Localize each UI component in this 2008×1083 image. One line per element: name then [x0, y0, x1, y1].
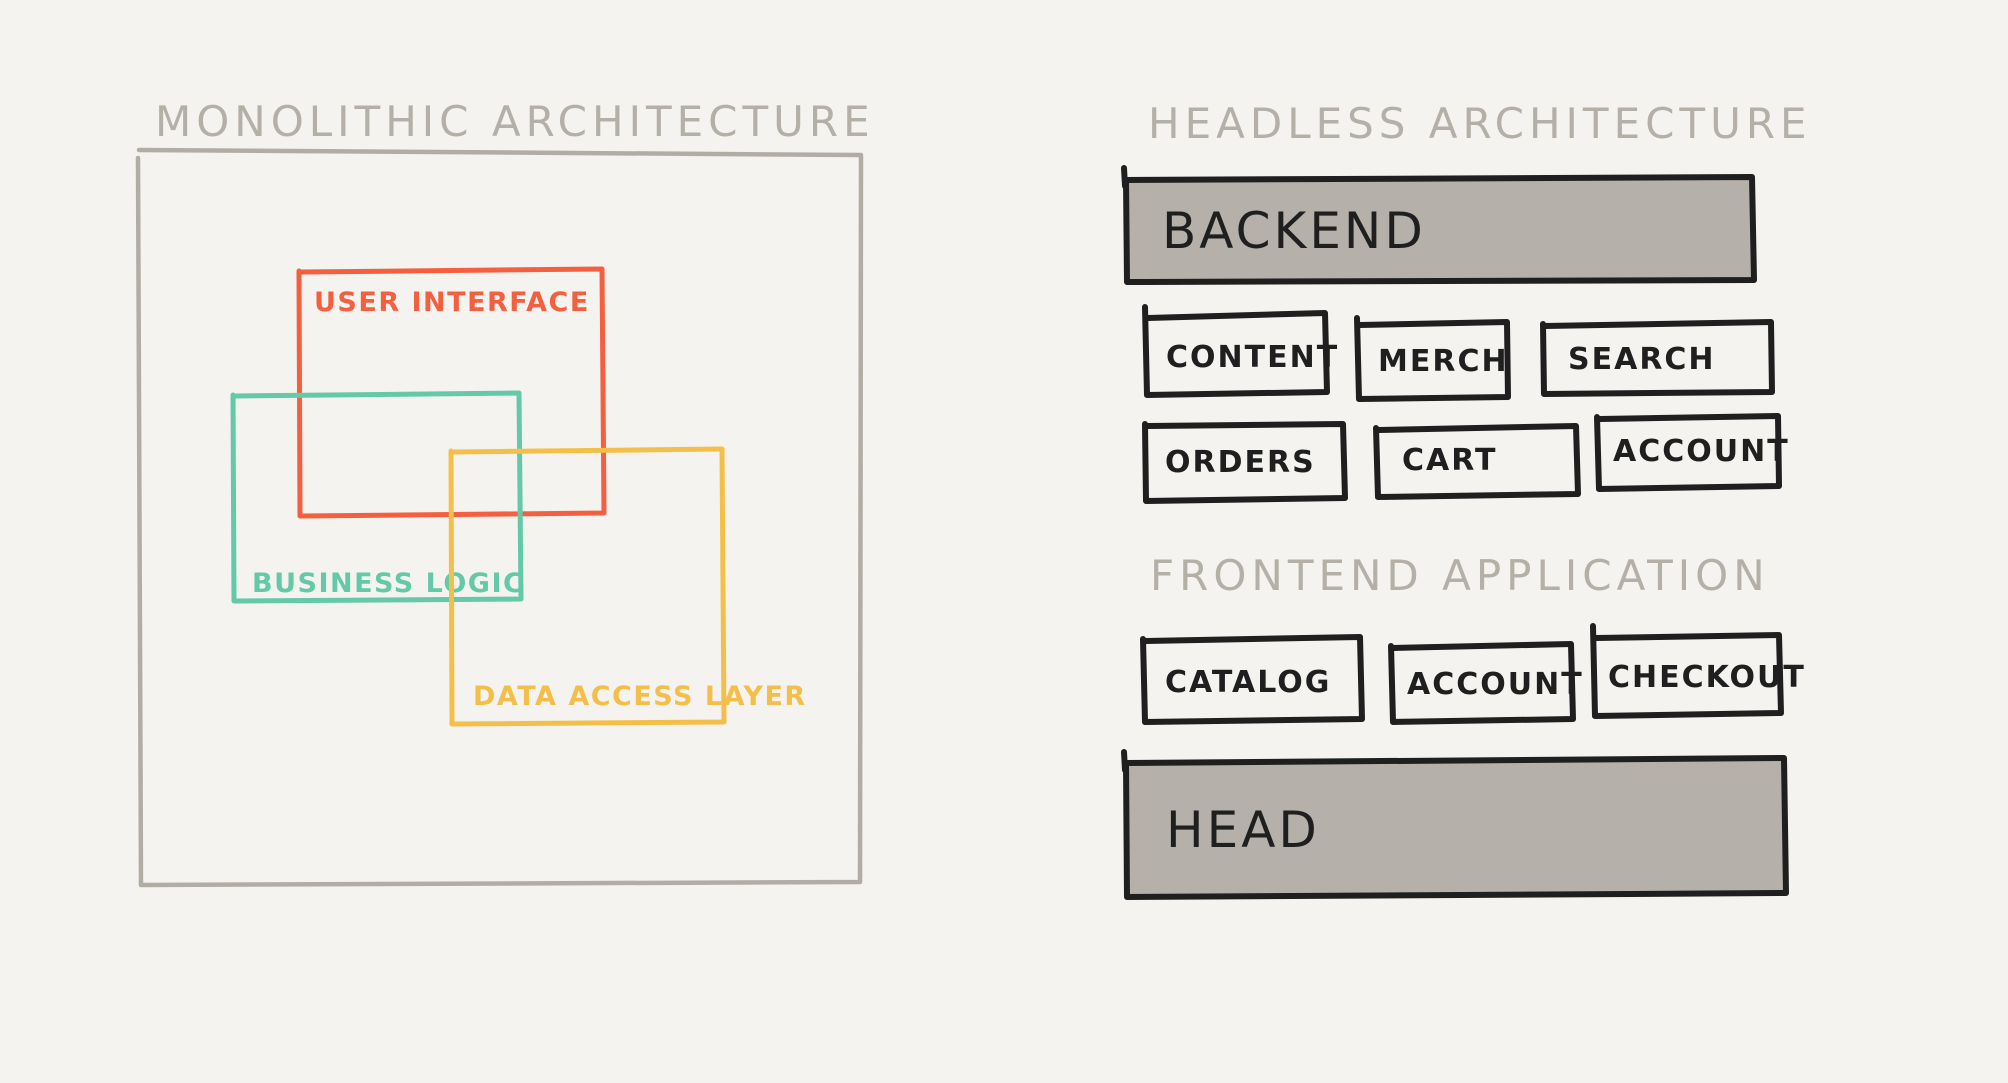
service-account-label: ACCOUNT [1613, 434, 1790, 469]
frontend-application-title: FRONTEND APPLICATION [1150, 551, 1770, 600]
backend-bar: BACKEND [1121, 165, 1757, 285]
layer-user-interface-label: USER INTERFACE [314, 287, 590, 318]
service-merch-label: MERCH [1378, 344, 1509, 379]
module-checkout-label: CHECKOUT [1608, 660, 1806, 695]
module-account-label: ACCOUNT [1407, 667, 1584, 702]
monolithic-title: MONOLITHIC ARCHITECTURE [155, 97, 875, 146]
head-bar-label: HEAD [1166, 801, 1320, 859]
module-catalog-label: CATALOG [1165, 665, 1331, 700]
architecture-diagram-canvas: MONOLITHIC ARCHITECTURE USER INTERFACE B… [0, 0, 2008, 1083]
service-cart-label: CART [1402, 443, 1497, 478]
backend-bar-label: BACKEND [1162, 202, 1426, 260]
headless-title: HEADLESS ARCHITECTURE [1148, 99, 1812, 148]
backend-bar-overshoot [1121, 165, 1128, 189]
service-content-label: CONTENT [1166, 340, 1339, 375]
service-search-label: SEARCH [1568, 342, 1716, 377]
layer-business-logic-label: BUSINESS LOGIC [252, 568, 524, 599]
layer-data-access-label: DATA ACCESS LAYER [473, 681, 807, 712]
head-bar: HEAD [1121, 749, 1789, 900]
canvas-background [0, 0, 2008, 1083]
head-bar-overshoot [1121, 749, 1128, 773]
service-orders-label: ORDERS [1165, 445, 1316, 480]
